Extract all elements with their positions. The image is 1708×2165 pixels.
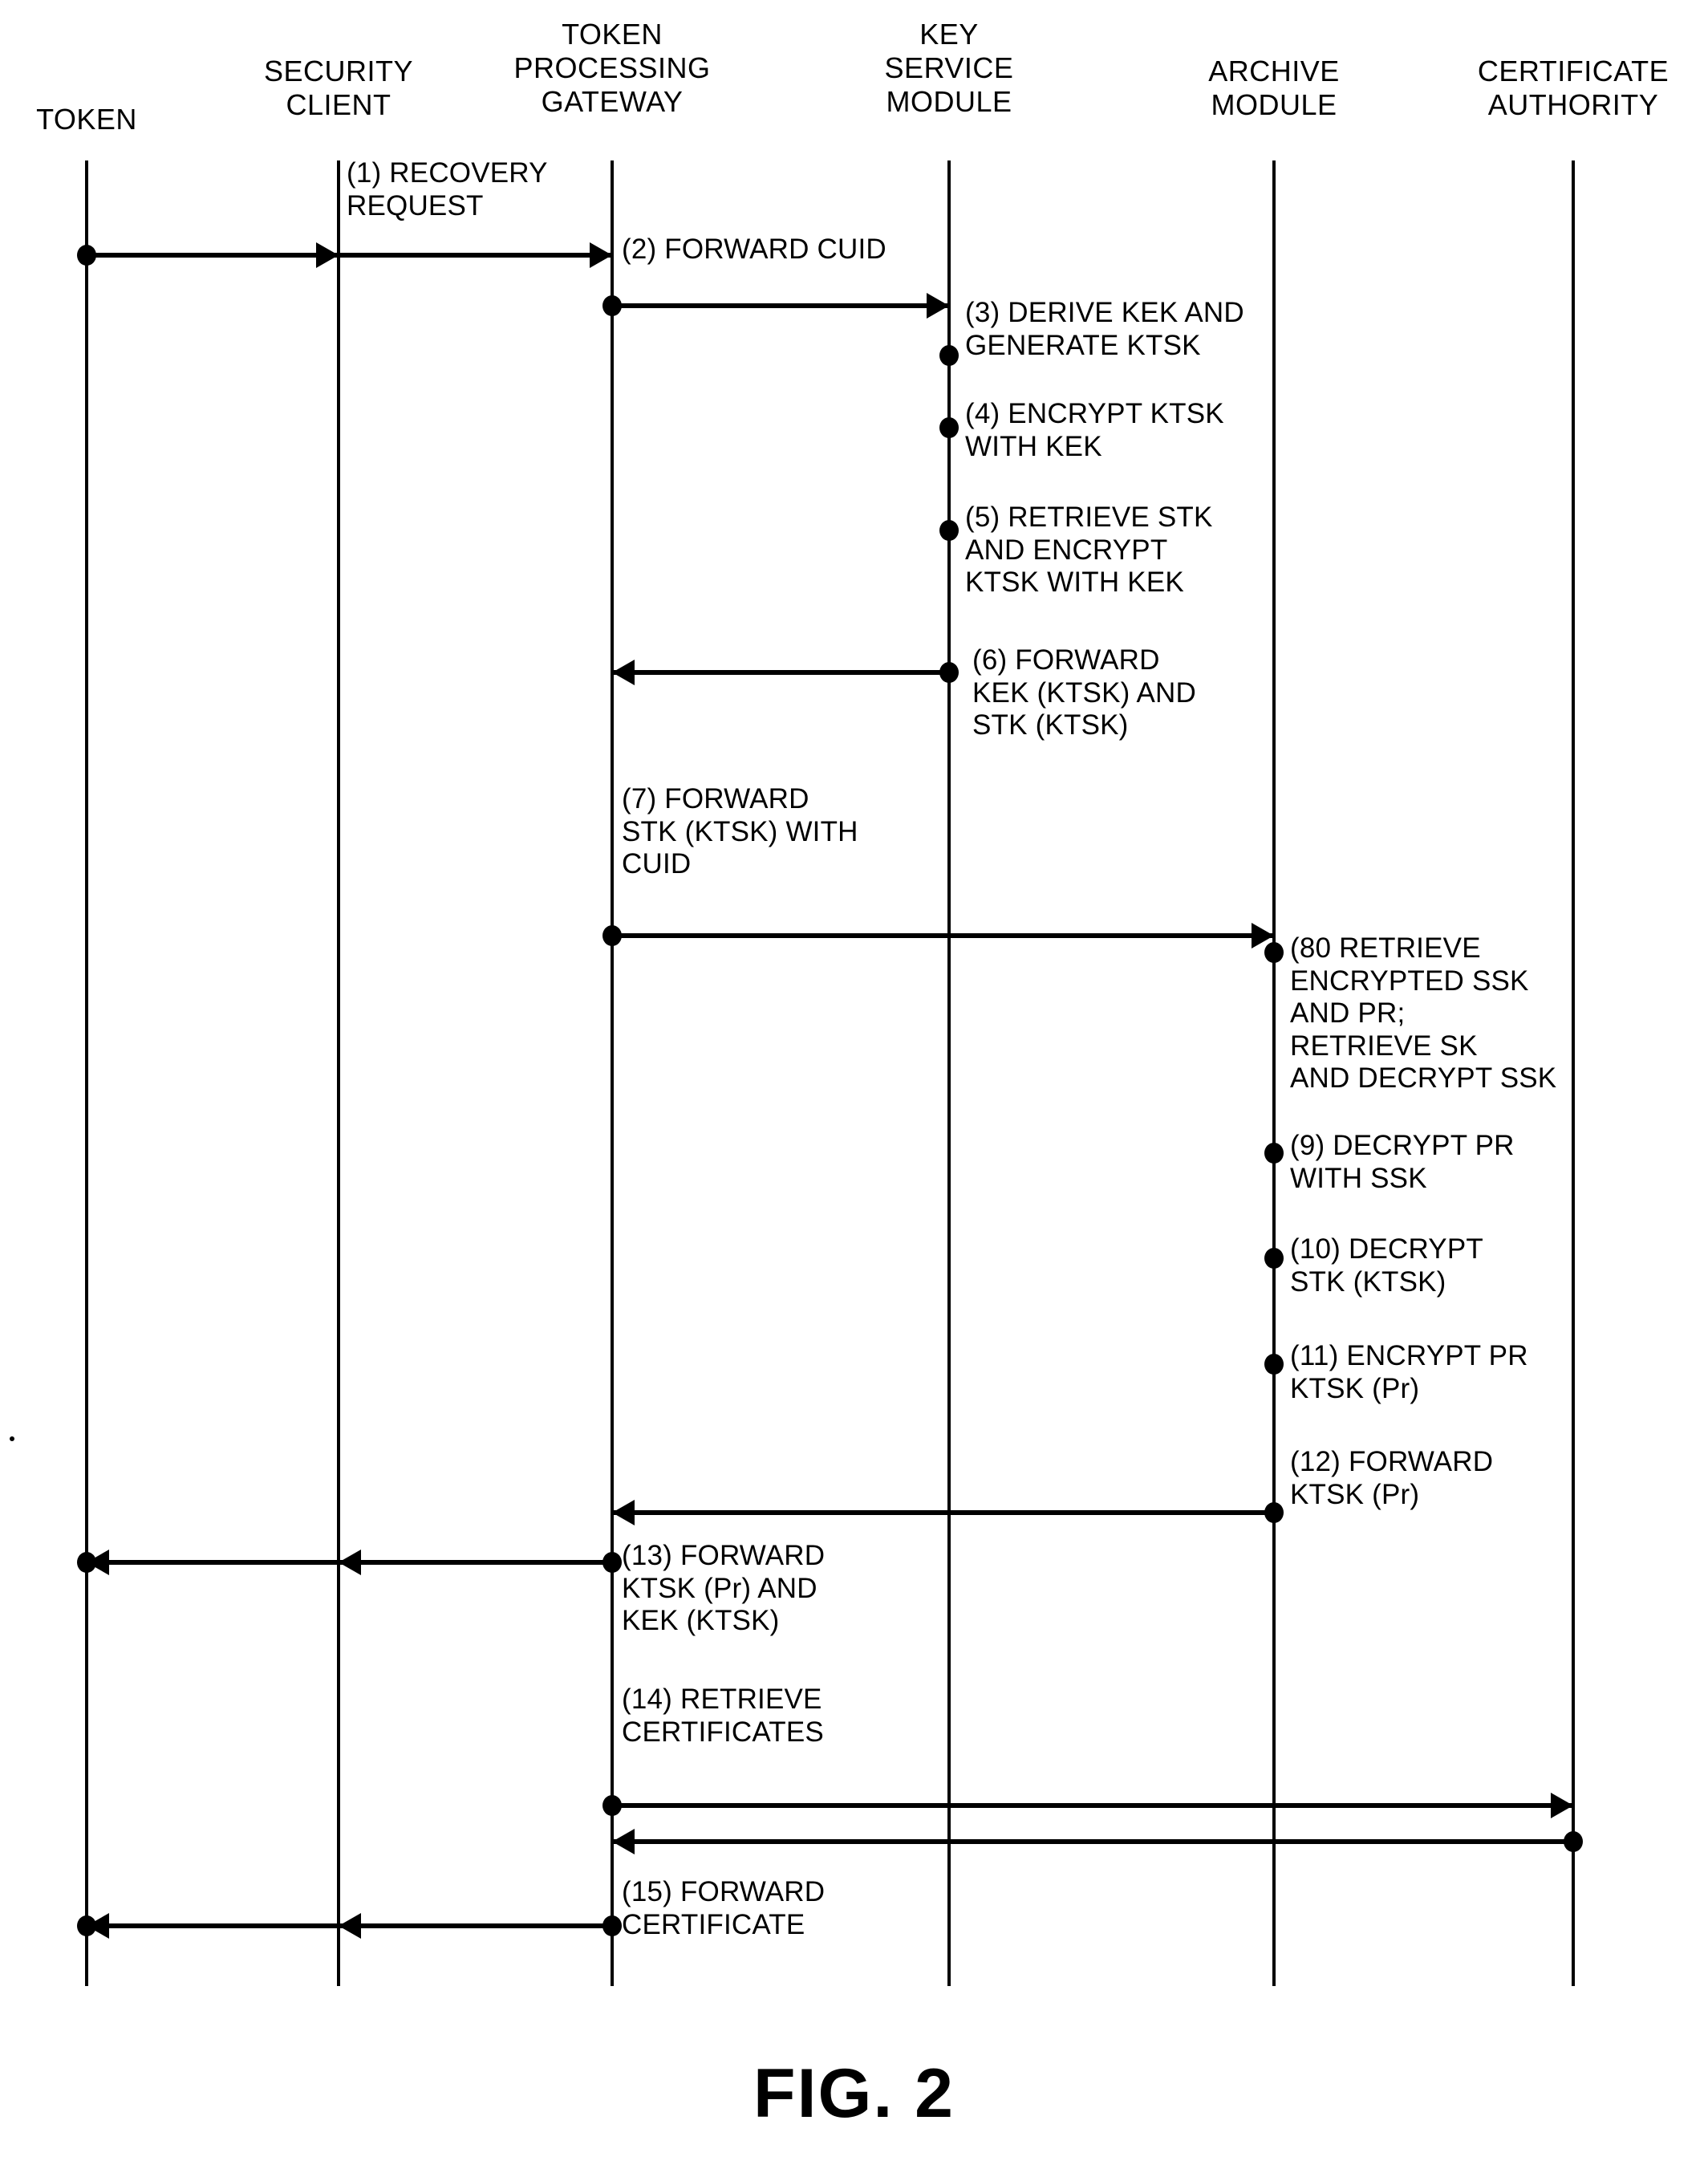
message-arrowhead-12 bbox=[612, 1500, 635, 1525]
message-origin-dot-7 bbox=[602, 925, 622, 946]
message-origin-dot-14-response bbox=[1564, 1831, 1583, 1852]
lifeline-token-processing-gateway bbox=[611, 160, 614, 1986]
message-label-13: (13) FORWARD KTSK (Pr) AND KEK (KTSK) bbox=[622, 1540, 826, 1637]
message-line-14-request bbox=[612, 1803, 1573, 1808]
message-label-10: (10) DECRYPT STK (KTSK) bbox=[1290, 1233, 1483, 1298]
occurrence-dot-4 bbox=[939, 417, 959, 438]
message-label-11: (11) ENCRYPT PR KTSK (Pr) bbox=[1290, 1340, 1528, 1404]
occurrence-dot-3 bbox=[939, 345, 959, 366]
message-label-15: (15) FORWARD CERTIFICATE bbox=[622, 1876, 826, 1940]
lifeline-security-client bbox=[337, 160, 340, 1986]
message-label-1: (1) RECOVERY REQUEST bbox=[347, 157, 548, 221]
message-target-dot-13 bbox=[77, 1552, 96, 1573]
message-origin-dot-13 bbox=[602, 1552, 622, 1573]
message-label-2: (2) FORWARD CUID bbox=[622, 234, 886, 265]
figure-caption: FIG. 2 bbox=[753, 2055, 955, 2132]
message-line-2 bbox=[612, 303, 949, 308]
message-arrowhead-6 bbox=[612, 660, 635, 685]
lifeline-certificate-authority bbox=[1572, 160, 1575, 1986]
lifeline-header-token-processing-gateway: TOKEN PROCESSING GATEWAY bbox=[513, 18, 711, 119]
message-origin-dot-6 bbox=[939, 662, 959, 683]
message-arrowhead-15-mid bbox=[339, 1913, 361, 1939]
message-line-7 bbox=[612, 933, 1274, 938]
message-label-5: (5) RETRIEVE STK AND ENCRYPT KTSK WITH K… bbox=[965, 502, 1213, 599]
message-label-6: (6) FORWARD KEK (KTSK) AND STK (KTSK) bbox=[972, 644, 1196, 741]
lifeline-token bbox=[85, 160, 88, 1986]
message-label-3: (3) DERIVE KEK AND GENERATE KTSK bbox=[965, 297, 1244, 361]
occurrence-dot-10 bbox=[1264, 1248, 1284, 1269]
message-arrowhead-2 bbox=[927, 293, 949, 319]
message-line-1 bbox=[87, 253, 612, 258]
message-label-12: (12) FORWARD KTSK (Pr) bbox=[1290, 1446, 1494, 1510]
message-arrowhead-13-mid bbox=[339, 1550, 361, 1575]
lifeline-header-key-service-module: KEY SERVICE MODULE bbox=[884, 18, 1014, 119]
occurrence-dot-11 bbox=[1264, 1354, 1284, 1375]
message-origin-dot-14-request bbox=[602, 1795, 622, 1816]
occurrence-dot-5 bbox=[939, 520, 959, 541]
message-target-dot-15 bbox=[77, 1915, 96, 1936]
message-line-14-response bbox=[612, 1839, 1573, 1844]
message-origin-dot-1 bbox=[77, 245, 96, 266]
lifeline-header-security-client: SECURITY CLIENT bbox=[263, 55, 414, 122]
message-label-8: (80 RETRIEVE ENCRYPTED SSK AND PR; RETRI… bbox=[1290, 932, 1557, 1095]
message-label-4: (4) ENCRYPT KTSK WITH KEK bbox=[965, 398, 1224, 462]
scan-artifact-speck bbox=[10, 1436, 14, 1441]
message-arrowhead-14-request bbox=[1551, 1793, 1573, 1818]
occurrence-dot-9 bbox=[1264, 1143, 1284, 1164]
message-line-12 bbox=[612, 1510, 1274, 1515]
message-arrowhead-14-response bbox=[612, 1829, 635, 1854]
message-arrowhead-1 bbox=[590, 242, 612, 268]
message-label-7: (7) FORWARD STK (KTSK) WITH CUID bbox=[622, 783, 858, 880]
lifeline-archive-module bbox=[1272, 160, 1276, 1986]
lifeline-header-archive-module: ARCHIVE MODULE bbox=[1208, 55, 1340, 122]
message-origin-dot-12 bbox=[1264, 1502, 1284, 1523]
message-origin-dot-15 bbox=[602, 1915, 622, 1936]
message-label-9: (9) DECRYPT PR WITH SSK bbox=[1290, 1130, 1515, 1194]
message-arrowhead-1-mid bbox=[316, 242, 339, 268]
occurrence-dot-8 bbox=[1264, 942, 1284, 963]
lifeline-header-token: TOKEN bbox=[36, 103, 137, 136]
patent-figure-page: TOKEN SECURITY CLIENT TOKEN PROCESSING G… bbox=[0, 0, 1708, 2165]
message-label-14: (14) RETRIEVE CERTIFICATES bbox=[622, 1684, 824, 1748]
message-origin-dot-2 bbox=[602, 295, 622, 316]
message-line-6 bbox=[612, 670, 949, 675]
lifeline-header-certificate-authority: CERTIFICATE AUTHORITY bbox=[1477, 55, 1669, 122]
